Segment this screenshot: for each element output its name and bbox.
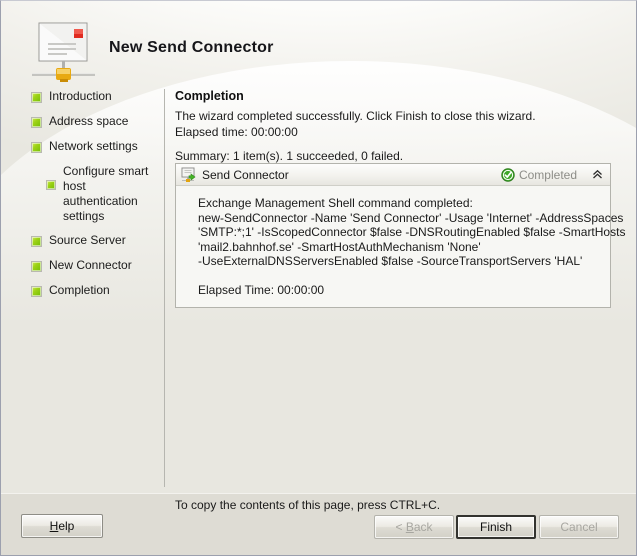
step-complete-icon (31, 117, 42, 128)
send-connector-icon (181, 167, 197, 183)
sidebar-item-label: Introduction (49, 89, 112, 103)
sidebar-item-label: Source Server (49, 233, 126, 247)
step-complete-icon (46, 180, 56, 190)
sidebar-item-label: Configure smart host authentication sett… (63, 164, 149, 223)
sidebar-item-label: Address space (49, 114, 129, 128)
sidebar-item-label: Completion (49, 283, 110, 297)
sidebar-item-label: Network settings (49, 139, 138, 153)
sidebar-item-address-space[interactable]: Address space (1, 114, 164, 131)
command-heading: Exchange Management Shell command comple… (198, 196, 473, 210)
back-mnemonic: B (405, 520, 414, 534)
send-connector-wizard-icon (31, 21, 97, 83)
wizard-window: New Send Connector Introduction Address … (0, 0, 637, 556)
finish-label: Finish (479, 520, 512, 534)
help-button[interactable]: Help (21, 514, 103, 538)
status-badge: Completed (518, 167, 577, 182)
back-button[interactable]: < Back (374, 515, 454, 539)
copy-hint-text: To copy the contents of this page, press… (175, 498, 441, 512)
sidebar-item-configure-smart-host-authentication-settings[interactable]: Configure smart host authentication sett… (1, 164, 164, 224)
result-item-name: Send Connector (202, 167, 289, 182)
step-complete-icon (31, 236, 42, 247)
sidebar-item-completion[interactable]: Completion (1, 283, 164, 300)
help-label-rest: elp (58, 519, 75, 533)
wizard-steps-sidebar: Introduction Address space Network setti… (1, 89, 164, 493)
command-line: 'mail2.bahnhof.se' -SmartHostAuthMechani… (198, 239, 481, 254)
back-label-rest: ack (413, 520, 433, 534)
command-line: new-SendConnector -Name 'Send Connector'… (198, 210, 624, 225)
step-complete-icon (31, 286, 42, 297)
sidebar-item-network-settings[interactable]: Network settings (1, 139, 164, 156)
result-panel-body: Exchange Management Shell command comple… (176, 186, 626, 307)
result-panel-header[interactable]: Send Connector Completed (176, 164, 610, 186)
summary-text: Summary: 1 item(s). 1 succeeded, 0 faile… (175, 149, 404, 163)
result-elapsed-time: Elapsed Time: 00:00:00 (198, 282, 325, 297)
cancel-button[interactable]: Cancel (539, 515, 619, 539)
wizard-header: New Send Connector (1, 1, 636, 89)
content-heading: Completion (175, 89, 244, 103)
content-area: Completion The wizard completed successf… (175, 89, 615, 164)
step-complete-icon (31, 261, 42, 272)
wizard-page: New Send Connector Introduction Address … (1, 1, 636, 493)
step-complete-icon (31, 92, 42, 103)
command-line: 'SMTP:*;1' -IsScopedConnector $false -DN… (198, 225, 626, 239)
back-prefix: < (395, 520, 406, 534)
command-line: -UseExternalDNSServersEnabled $false -So… (198, 254, 583, 268)
step-complete-icon (31, 142, 42, 153)
page-title: New Send Connector (109, 39, 274, 56)
sidebar-item-introduction[interactable]: Introduction (1, 89, 164, 106)
green-check-icon (501, 167, 515, 182)
double-chevron-up-icon[interactable] (591, 168, 604, 181)
sidebar-item-new-connector[interactable]: New Connector (1, 258, 164, 275)
result-panel: Send Connector Completed Exchange Manage… (175, 163, 626, 308)
cancel-label: Cancel (560, 520, 598, 534)
finish-button[interactable]: Finish (456, 515, 536, 539)
sidebar-item-label: New Connector (49, 258, 132, 272)
completion-description: The wizard completed successfully. Click… (175, 109, 536, 123)
sidebar-item-source-server[interactable]: Source Server (1, 233, 164, 250)
sidebar-content-divider (164, 89, 165, 487)
elapsed-time-text: Elapsed time: 00:00:00 (175, 125, 298, 139)
